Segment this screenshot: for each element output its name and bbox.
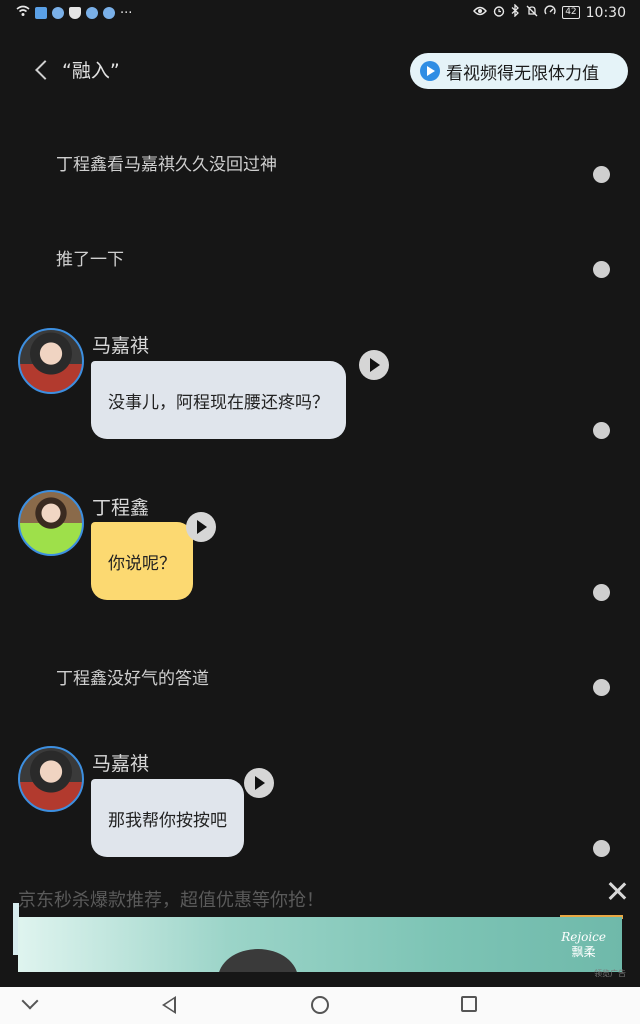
app-icon: [103, 7, 115, 19]
close-icon[interactable]: [606, 880, 628, 902]
status-time: 10:30: [585, 4, 626, 21]
system-nav-bar: [0, 987, 640, 1024]
avatar-ding-chengxin[interactable]: [18, 490, 84, 556]
message-bubble[interactable]: 那我帮你按按吧: [91, 779, 244, 857]
app-icon: [86, 7, 98, 19]
nav-back-icon[interactable]: [162, 996, 176, 1014]
chevron-left-icon: [35, 59, 55, 80]
ad-footer-label: 领览广告: [594, 969, 626, 978]
more-icon: ···: [120, 5, 133, 21]
line-option-dot[interactable]: [593, 422, 610, 439]
message-icon: [35, 7, 47, 19]
ad-model-image: [218, 949, 298, 972]
battery-icon: 42: [562, 6, 580, 19]
status-right-icons: 42 10:30: [473, 3, 626, 21]
message-bubble[interactable]: 你说呢？: [91, 522, 193, 600]
line-option-dot[interactable]: [593, 840, 610, 857]
message-text: 没事儿，阿程现在腰还疼吗？: [108, 392, 329, 413]
speaker-name: 丁程鑫: [92, 497, 150, 519]
nav-recent-apps-icon[interactable]: [461, 996, 477, 1012]
play-voice-button[interactable]: [244, 768, 274, 798]
message-text: 你说呢？: [108, 553, 176, 574]
ad-image[interactable]: Rejoice 飘柔: [18, 917, 622, 972]
avatar-ma-jiaqi[interactable]: [18, 746, 84, 812]
collapse-icon[interactable]: [21, 992, 39, 1010]
speed-icon: [544, 4, 556, 21]
play-voice-button[interactable]: [359, 350, 389, 380]
nav-home-icon[interactable]: [311, 996, 329, 1014]
ad-brand-logo: Rejoice 飘柔: [561, 930, 606, 959]
ad-text[interactable]: 京东秒杀爆款推荐，超值优惠等你抢！: [18, 886, 324, 912]
message-text: 那我帮你按按吧: [108, 810, 227, 831]
message-bubble[interactable]: 没事儿，阿程现在腰还疼吗？: [91, 361, 346, 439]
story-title: “融入”: [62, 60, 120, 82]
play-voice-button[interactable]: [186, 512, 216, 542]
narration-text: 丁程鑫看马嘉祺久久没回过神: [56, 155, 277, 175]
shield-icon: [69, 7, 81, 19]
watch-video-reward-label: 看视频得无限体力值: [446, 63, 599, 84]
eye-icon: [473, 5, 488, 20]
narration-text: 推了一下: [56, 250, 124, 270]
line-option-dot[interactable]: [593, 584, 610, 601]
alarm-icon: [493, 5, 505, 21]
speaker-name: 马嘉祺: [92, 335, 150, 357]
story-chat-screen: ··· 42 10:30 “融入” 看视频得无限体力值 丁程鑫看马嘉祺久久没回过…: [0, 0, 640, 1024]
watch-video-reward-button[interactable]: 看视频得无限体力值: [410, 53, 628, 89]
status-bar: ··· 42 10:30: [0, 0, 640, 26]
story-header: “融入” 看视频得无限体力值: [0, 44, 640, 100]
back-button[interactable]: “融入”: [30, 56, 120, 83]
speaker-name: 马嘉祺: [92, 753, 150, 775]
avatar-ma-jiaqi[interactable]: [18, 328, 84, 394]
play-circle-icon: [420, 61, 440, 81]
wifi-icon: [16, 5, 30, 21]
narration-text: 丁程鑫没好气的答道: [56, 669, 209, 689]
line-option-dot[interactable]: [593, 679, 610, 696]
bluetooth-icon: [511, 3, 520, 21]
status-left-icons: ···: [16, 5, 132, 21]
app-icon: [52, 7, 64, 19]
mute-icon: [526, 5, 538, 21]
line-option-dot[interactable]: [593, 166, 610, 183]
line-option-dot[interactable]: [593, 261, 610, 278]
